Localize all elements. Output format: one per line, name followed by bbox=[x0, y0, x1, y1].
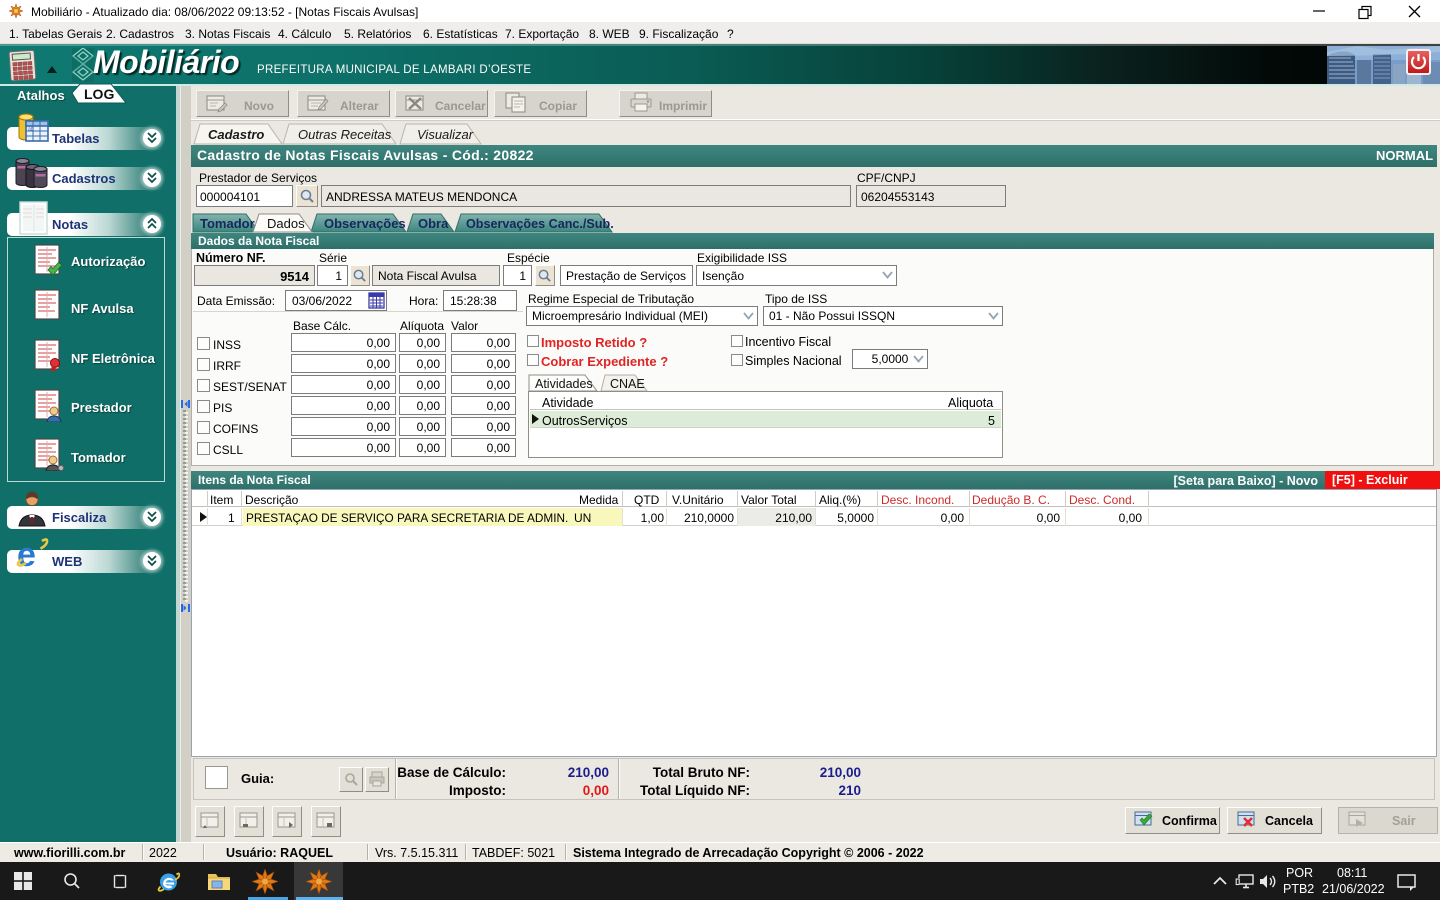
svg-text:Tomador: Tomador bbox=[200, 216, 255, 231]
svg-text:Dados: Dados bbox=[267, 216, 305, 231]
svg-text:LOG: LOG bbox=[84, 86, 114, 102]
svg-text:Atividades: Atividades bbox=[535, 377, 593, 391]
svg-text:Observações Canc./Sub.: Observações Canc./Sub. bbox=[466, 217, 614, 231]
svg-text:Visualizar: Visualizar bbox=[417, 127, 474, 142]
svg-text:Cadastro: Cadastro bbox=[208, 127, 264, 142]
svg-text:Obra: Obra bbox=[418, 216, 449, 231]
svg-text:Outras Receitas: Outras Receitas bbox=[298, 127, 392, 142]
svg-text:ab: ab bbox=[28, 127, 34, 133]
svg-text:CNAE: CNAE bbox=[610, 377, 645, 391]
svg-text:Observações: Observações bbox=[324, 216, 406, 231]
